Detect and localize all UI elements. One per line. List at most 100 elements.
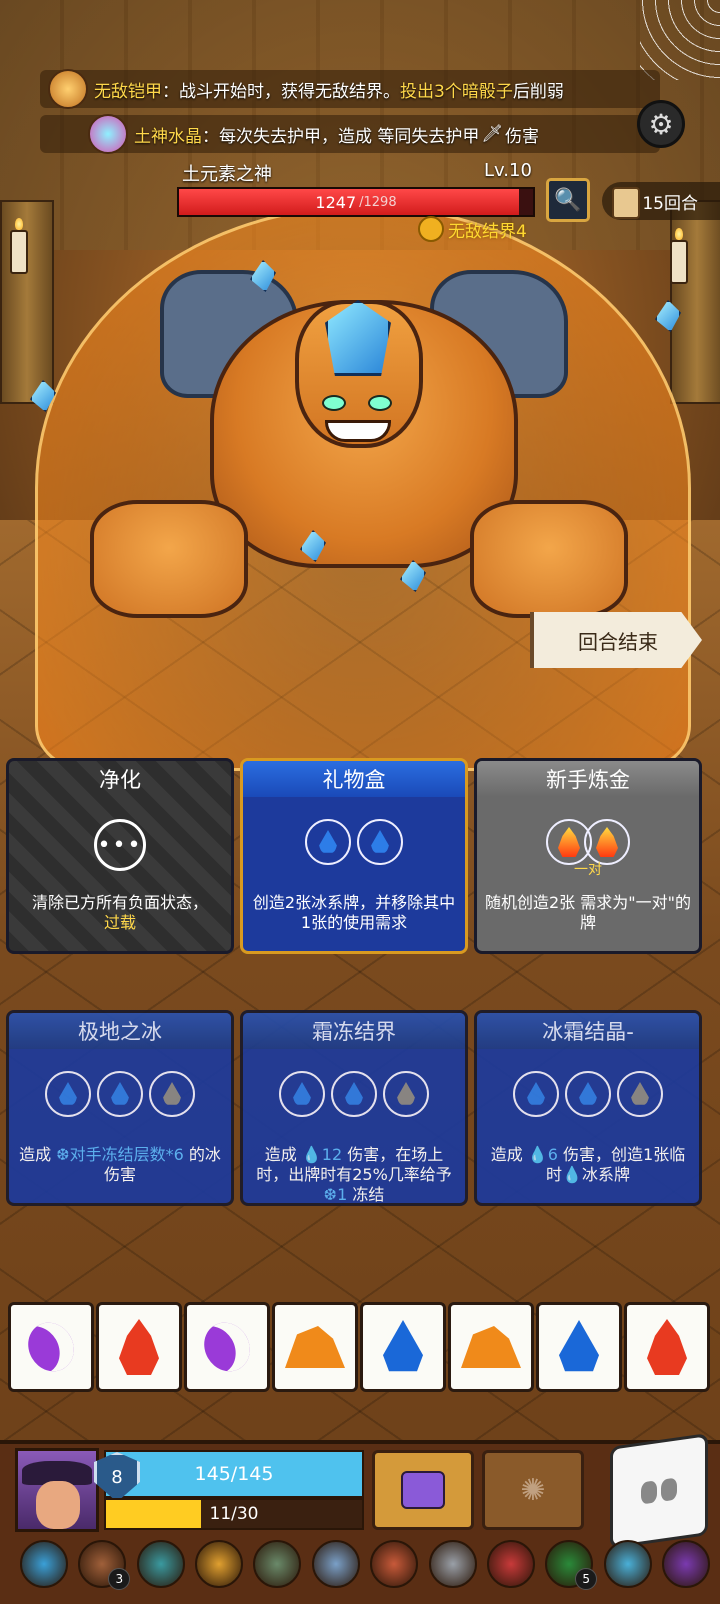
- cobweb-icon: [640, 0, 720, 80]
- candle-icon: [670, 228, 688, 284]
- die-rock[interactable]: [448, 1302, 534, 1392]
- water-slot-icon: [305, 819, 351, 865]
- water-slot-icon: [279, 1071, 325, 1117]
- wreath-relic-icon[interactable]: 5: [545, 1540, 598, 1590]
- crystal-cluster-icon: [88, 114, 128, 154]
- card-desc-text: 造成: [19, 1145, 57, 1164]
- player-hp-text: 145/145: [194, 1463, 274, 1485]
- card-novice-alchemy[interactable]: 新手炼金 一对 随机创造2张 需求为"一对"的牌: [474, 758, 702, 954]
- inspect-magnifier-icon[interactable]: 🔍: [546, 178, 590, 222]
- blade-relic-icon[interactable]: [311, 1540, 360, 1588]
- relic-bar: 35: [20, 1536, 710, 1592]
- settings-gear-icon[interactable]: ⚙: [637, 100, 685, 148]
- card-desc-text: 造成: [490, 1145, 528, 1164]
- card-description: 创造2张冰系牌，并移除其中1张的使用需求: [252, 893, 456, 932]
- monster-right-fist: [470, 500, 628, 618]
- die-moon[interactable]: [8, 1302, 94, 1392]
- card-title: 新手炼金: [477, 761, 699, 797]
- die-fire[interactable]: [96, 1302, 182, 1392]
- card-requirements: [477, 1071, 699, 1117]
- rock-face-icon: [285, 1326, 345, 1368]
- buff-highlight: 投出3个暗骰子: [400, 81, 513, 102]
- buff-name: 土神水晶: [134, 126, 202, 147]
- card-description: 造成 ❆对手冻结层数*6 的冰伤害: [17, 1145, 223, 1185]
- card-description: 随机创造2张 需求为"一对"的牌: [485, 893, 691, 932]
- monster-mouth: [325, 420, 391, 442]
- disabled-skill-button[interactable]: ✺: [482, 1450, 584, 1530]
- end-turn-button[interactable]: 回合结束: [530, 612, 702, 668]
- urn-relic-icon[interactable]: [136, 1540, 185, 1588]
- golden-armor-icon: [48, 69, 88, 109]
- bracelet-relic-icon[interactable]: [486, 1540, 535, 1588]
- card-desc-highlight: 过载: [103, 913, 136, 932]
- buff-earth-crystal[interactable]: 土神水晶 ： 每次失去护甲，造成 等同失去护甲 🗡 伤害: [88, 114, 539, 154]
- scythe-relic-icon[interactable]: [253, 1540, 302, 1588]
- water-slot-icon: [513, 1071, 559, 1117]
- roll-dice-button[interactable]: [610, 1433, 708, 1549]
- unlock-skill-button[interactable]: [372, 1450, 474, 1530]
- card-desc-text: 冻结: [347, 1185, 385, 1204]
- die-moon[interactable]: [184, 1302, 270, 1392]
- player-avatar[interactable]: [15, 1448, 99, 1532]
- empty-slot-icon: [149, 1071, 195, 1117]
- buff-separator: ：: [162, 81, 179, 102]
- buff-text: 每次失去护甲，造成 等同失去护甲: [219, 126, 480, 147]
- card-gift-box[interactable]: 礼物盒 创造2张冰系牌，并移除其中1张的使用需求: [240, 758, 468, 954]
- empty-slot-icon: [617, 1071, 663, 1117]
- card-frost-barrier[interactable]: 霜冻结界 造成 💧12 伤害，在场上时，出牌时有25%几率给予❆1 冻结: [240, 1010, 468, 1206]
- boss-hp-bar: 1247 /1298: [177, 187, 535, 217]
- card-desc-highlight: 💧6: [527, 1145, 558, 1164]
- buff-invincible-armor[interactable]: 无敌铠甲 ： 战斗开始时，获得无敌结界。 投出3个暗骰子 后削弱: [48, 69, 564, 109]
- avatar-face: [36, 1481, 80, 1529]
- button-relic-icon[interactable]: 3: [78, 1540, 131, 1590]
- meat-relic-icon[interactable]: [370, 1540, 419, 1588]
- card-desc-text: 冰系牌: [581, 1165, 630, 1184]
- card-purify[interactable]: 净化 ••• 清除已方所有负面状态， 过载: [6, 758, 234, 954]
- candle-icon: [10, 218, 28, 274]
- dice-tray: [8, 1302, 712, 1392]
- card-frost-crystal[interactable]: 冰霜结晶- 造成 💧6 伤害，创造1张临时💧冰系牌: [474, 1010, 702, 1206]
- any-dice-icon: •••: [94, 819, 146, 871]
- skull-book-relic-icon[interactable]: [661, 1540, 710, 1588]
- player-xp-bar: 11/30: [104, 1498, 364, 1530]
- boss-hp-text: 1247 /1298: [179, 189, 533, 215]
- player-hp-bar: 145/145: [104, 1450, 364, 1498]
- monster-eye: [368, 395, 392, 411]
- horn-relic-icon[interactable]: [603, 1540, 652, 1588]
- xp-text: 11/30: [209, 1504, 259, 1524]
- shield-value: 8: [111, 1466, 123, 1488]
- card-title: 净化: [99, 768, 141, 792]
- scroll-icon: [612, 187, 640, 219]
- moon-face-icon: [19, 1314, 83, 1380]
- bird-relic-icon[interactable]: [195, 1540, 244, 1588]
- boss-hp-max: /1298: [359, 194, 397, 210]
- boss-level: Lv.10: [484, 160, 532, 181]
- card-desc-highlight: 💧12: [301, 1145, 343, 1164]
- water-slot-icon: [357, 819, 403, 865]
- invincible-barrier-status[interactable]: 无敌结界4: [418, 216, 527, 242]
- buff-text-tail: 伤害: [505, 126, 539, 147]
- relic-count-badge: 5: [575, 1568, 598, 1590]
- die-water[interactable]: [536, 1302, 622, 1392]
- card-desc-highlight: ❆对手冻结层数*6: [56, 1145, 184, 1164]
- card-description: 造成 💧6 伤害，创造1张临时💧冰系牌: [485, 1145, 691, 1185]
- fire-face-icon: [647, 1319, 687, 1375]
- round-label: 15回合: [642, 193, 698, 214]
- blue-mask-relic-icon[interactable]: [20, 1540, 68, 1588]
- card-title: 礼物盒: [243, 761, 465, 797]
- pair-label: 一对: [574, 862, 602, 878]
- dragon-relic-icon[interactable]: [428, 1540, 477, 1588]
- die-rock[interactable]: [272, 1302, 358, 1392]
- water-slot-icon: [565, 1071, 611, 1117]
- card-requirements: [9, 1071, 231, 1117]
- boss-hp-current: 1247: [315, 192, 357, 212]
- die-fire[interactable]: [624, 1302, 710, 1392]
- monster-eye: [322, 395, 346, 411]
- die-water[interactable]: [360, 1302, 446, 1392]
- lock-icon: [401, 1471, 445, 1509]
- water-slot-icon: [45, 1071, 91, 1117]
- card-description: 清除已方所有负面状态， 过载: [17, 893, 223, 933]
- water-face-icon: [383, 1320, 423, 1372]
- shatter-icon: ✺: [520, 1472, 546, 1508]
- card-polar-ice[interactable]: 极地之冰 造成 ❆对手冻结层数*6 的冰伤害: [6, 1010, 234, 1206]
